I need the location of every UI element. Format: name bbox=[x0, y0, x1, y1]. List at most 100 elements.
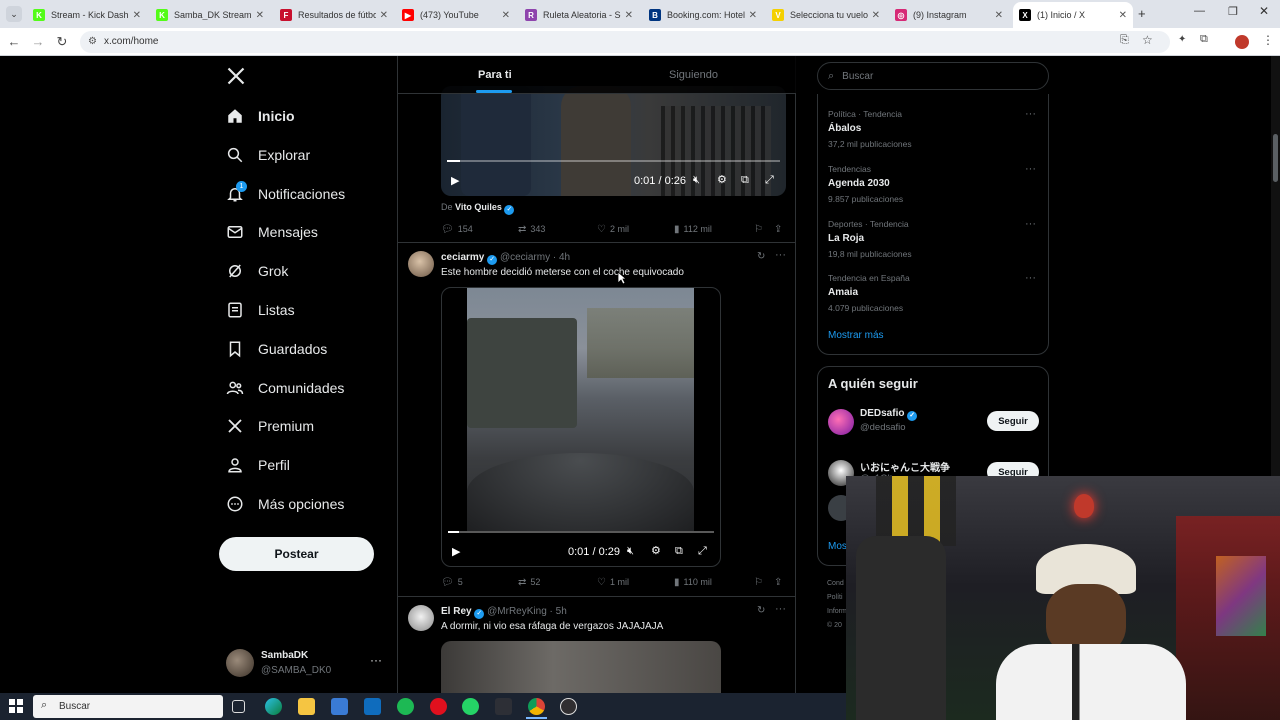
app-d-icon[interactable] bbox=[495, 698, 512, 715]
tweet-age[interactable]: · 5h bbox=[550, 606, 567, 617]
url-field[interactable]: ⚙ x.com/home bbox=[80, 31, 1170, 53]
taskbar-search[interactable]: ⌕ Buscar bbox=[33, 695, 223, 718]
trend-more-icon[interactable]: ··· bbox=[1025, 163, 1036, 175]
nav-profile[interactable]: Perfil bbox=[226, 450, 290, 480]
settings-gear-icon[interactable]: ⚙ bbox=[717, 173, 727, 186]
browser-tab[interactable]: R Ruleta Aleatoria - Sel ✕ bbox=[519, 4, 639, 26]
minimize-button[interactable]: — bbox=[1194, 5, 1205, 17]
trend-item[interactable]: Tendencias Agenda 2030 9.857 publicacion… bbox=[828, 164, 903, 204]
obs-icon[interactable] bbox=[560, 698, 577, 715]
extensions-puzzle-icon[interactable]: ⧉ bbox=[1200, 33, 1208, 46]
tab-following[interactable]: Siguiendo bbox=[669, 56, 718, 94]
browser-tab[interactable]: B Booking.com: Hotele ✕ bbox=[643, 4, 763, 26]
x-logo-icon[interactable] bbox=[226, 66, 246, 91]
site-info-icon[interactable]: ⚙ bbox=[88, 31, 97, 53]
views-button[interactable]: ▮ 110 mil bbox=[674, 577, 712, 588]
tab-for-you[interactable]: Para ti bbox=[478, 56, 512, 94]
show-more-link[interactable]: Mostrar más bbox=[828, 330, 884, 341]
install-app-icon[interactable]: ⎘ bbox=[1120, 34, 1129, 47]
bookmark-star-icon[interactable]: ☆ bbox=[1142, 33, 1153, 47]
tab-close-icon[interactable]: ✕ bbox=[872, 10, 880, 21]
file-explorer-icon[interactable] bbox=[298, 698, 315, 715]
grok-explain-icon[interactable]: ↻ bbox=[757, 605, 765, 616]
picture-in-picture-icon[interactable]: ⧉ bbox=[675, 545, 683, 558]
trend-item[interactable]: Deportes · Tendencia La Roja 19,8 mil pu… bbox=[828, 219, 912, 259]
show-more-follow-link[interactable]: Mos bbox=[828, 541, 847, 552]
account-more-icon[interactable]: ··· bbox=[370, 653, 382, 667]
tab-close-icon[interactable]: ✕ bbox=[1119, 10, 1127, 21]
task-view-icon[interactable] bbox=[232, 700, 245, 713]
windows-start-icon[interactable] bbox=[9, 699, 23, 718]
browser-tab[interactable]: X (1) Inicio / X ✕ bbox=[1013, 2, 1133, 28]
nav-home[interactable]: Inicio bbox=[226, 101, 295, 131]
close-window-button[interactable]: ✕ bbox=[1259, 4, 1269, 18]
reload-button[interactable]: ↻ bbox=[54, 34, 70, 50]
nav-communities[interactable]: Comunidades bbox=[226, 373, 344, 403]
share-button[interactable]: ⇪ bbox=[774, 224, 786, 235]
reply-button[interactable]: 💬︎ 154 bbox=[441, 224, 473, 235]
mute-icon[interactable]: 🔇︎ bbox=[693, 174, 700, 187]
footer-link[interactable]: Políti bbox=[827, 591, 847, 605]
spotify-icon[interactable] bbox=[397, 698, 414, 715]
more-options-icon[interactable]: ··· bbox=[775, 249, 786, 261]
opera-icon[interactable] bbox=[430, 698, 447, 715]
scrollbar-thumb[interactable] bbox=[1273, 134, 1278, 182]
share-button[interactable]: ⇪ bbox=[774, 577, 786, 588]
tab-close-icon[interactable]: ✕ bbox=[625, 10, 633, 21]
browser-tab[interactable]: K Samba_DK Stream - K ✕ bbox=[150, 4, 270, 26]
retweet-button[interactable]: ⇄ 52 bbox=[518, 577, 540, 588]
post-button[interactable]: Postear bbox=[219, 537, 374, 571]
more-options-icon[interactable]: ··· bbox=[775, 603, 786, 615]
author-handle[interactable]: @ceciarmy bbox=[500, 252, 550, 263]
tab-close-icon[interactable]: ✕ bbox=[380, 10, 388, 21]
settings-gear-icon[interactable]: ⚙ bbox=[651, 544, 661, 557]
extension-icon[interactable]: ✦ bbox=[1178, 34, 1186, 45]
tab-close-icon[interactable]: ✕ bbox=[995, 10, 1003, 21]
outlook-icon[interactable] bbox=[364, 698, 381, 715]
like-button[interactable]: ♡ 2 mil bbox=[597, 224, 629, 235]
whatsapp-icon[interactable] bbox=[462, 698, 479, 715]
bookmark-button[interactable]: ⚐ bbox=[754, 577, 767, 588]
author-name[interactable]: El Rey bbox=[441, 606, 472, 617]
browser-tab[interactable]: ◎ (9) Instagram ✕ bbox=[889, 4, 1009, 26]
play-icon[interactable]: ▶ bbox=[451, 174, 459, 187]
follow-button[interactable]: Seguir bbox=[987, 411, 1039, 431]
mute-icon[interactable]: 🔇︎ bbox=[627, 545, 634, 558]
nav-notifications[interactable]: 1 Notificaciones bbox=[226, 179, 345, 209]
tab-close-icon[interactable]: ✕ bbox=[133, 10, 141, 21]
nav-lists[interactable]: Listas bbox=[226, 295, 295, 325]
chrome-icon[interactable] bbox=[528, 698, 545, 715]
author-name[interactable]: ceciarmy bbox=[441, 252, 484, 263]
fullscreen-icon[interactable]: ⤢ bbox=[698, 545, 707, 558]
edge-icon[interactable] bbox=[265, 698, 282, 715]
trend-more-icon[interactable]: ··· bbox=[1025, 272, 1036, 284]
bookmark-button[interactable]: ⚐ bbox=[754, 224, 767, 235]
nav-messages[interactable]: Mensajes bbox=[226, 217, 318, 247]
fullscreen-icon[interactable]: ⤢ bbox=[765, 174, 774, 187]
forward-button[interactable]: → bbox=[30, 34, 46, 49]
profile-avatar[interactable] bbox=[1235, 35, 1249, 49]
video-progress-bar[interactable] bbox=[448, 531, 714, 533]
picture-in-picture-icon[interactable]: ⧉ bbox=[741, 174, 749, 187]
footer-link[interactable]: Cond bbox=[827, 577, 847, 591]
tweet3-avatar[interactable] bbox=[408, 605, 434, 631]
reply-button[interactable]: 💬︎ 5 bbox=[441, 577, 463, 588]
footer-link[interactable]: Inform bbox=[827, 605, 847, 619]
grok-explain-icon[interactable]: ↻ bbox=[757, 251, 765, 262]
browser-tab[interactable]: ▶ (473) YouTube ✕ bbox=[396, 4, 516, 26]
browser-menu-icon[interactable]: ⋮ bbox=[1262, 33, 1274, 47]
author-handle[interactable]: @MrReyKing bbox=[487, 606, 547, 617]
browser-tab[interactable]: F Resultados de fútbol ✕ bbox=[274, 4, 394, 26]
follow-suggestion[interactable]: DEDsafio ✓ @dedsafio Seguir bbox=[828, 407, 1040, 439]
tweet2-video[interactable]: ▶ 0:01 / 0:29 🔇︎ ⚙ ⧉ ⤢ bbox=[441, 287, 721, 567]
search-input[interactable]: ⌕ Buscar bbox=[817, 62, 1049, 90]
tweet-age[interactable]: · 4h bbox=[553, 252, 570, 263]
trend-item[interactable]: Tendencia en España Amaia 4.079 publicac… bbox=[828, 273, 910, 313]
nav-premium[interactable]: Premium bbox=[226, 411, 314, 441]
nav-more-options[interactable]: Más opciones bbox=[226, 489, 344, 519]
views-button[interactable]: ▮ 112 mil bbox=[674, 224, 712, 235]
trend-more-icon[interactable]: ··· bbox=[1025, 108, 1036, 120]
trend-item[interactable]: Política · Tendencia Ábalos 37,2 mil pub… bbox=[828, 109, 912, 149]
tweet1-video[interactable]: ▶ 0:01 / 0:26 🔇︎ ⚙ ⧉ ⤢ bbox=[441, 86, 786, 196]
nav-explore[interactable]: Explorar bbox=[226, 140, 310, 170]
